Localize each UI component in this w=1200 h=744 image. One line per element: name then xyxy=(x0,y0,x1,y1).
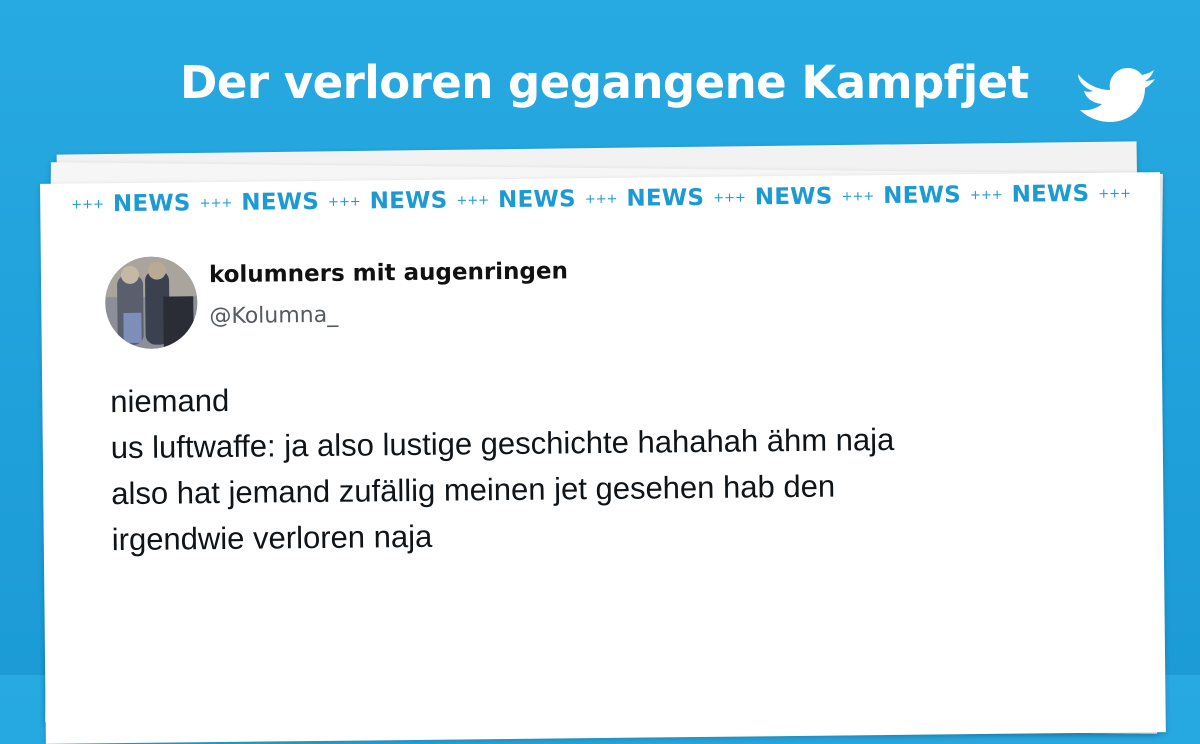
ticker-separator: +++ xyxy=(969,187,1003,204)
ticker-word: NEWS xyxy=(241,188,320,216)
headline: Der verloren gegangene Kampfjet xyxy=(180,56,1029,109)
ticker-word: NEWS xyxy=(497,186,576,214)
ticker-word: NEWS xyxy=(883,182,962,210)
tweet-text: niemand us luftwaffe: ja also lustige ge… xyxy=(110,369,1122,564)
ticker-word: NEWS xyxy=(369,187,448,215)
twitter-bird-icon xyxy=(1078,68,1155,122)
user-handle[interactable]: @Kolumna_ xyxy=(209,303,338,329)
display-name[interactable]: kolumners mit augenringen xyxy=(209,258,568,288)
ticker-word: NEWS xyxy=(626,184,705,212)
ticker-separator: +++ xyxy=(841,189,875,205)
ticker-separator: +++ xyxy=(1098,186,1132,202)
tweet-line: irgendwie verloren naja xyxy=(111,518,433,558)
ticker-separator: +++ xyxy=(71,197,105,213)
ticker-separator: +++ xyxy=(713,190,746,206)
ticker-word: NEWS xyxy=(1011,180,1090,208)
avatar[interactable] xyxy=(104,256,198,350)
ticker-separator: +++ xyxy=(584,191,618,208)
ticker-word: NEWS xyxy=(112,190,191,218)
ticker-separator: +++ xyxy=(199,195,233,212)
profile-photo-icon xyxy=(104,256,198,350)
ticker-separator: +++ xyxy=(327,194,361,210)
news-ticker: +++ NEWS +++ NEWS +++ NEWS +++ NEWS +++ NEWS +++ NE… xyxy=(62,180,1140,217)
ticker-word: NEWS xyxy=(754,183,833,211)
tweet-card: +++ NEWS +++ NEWS +++ NEWS +++ NEWS +++ NEWS +++ NE… xyxy=(40,172,1166,744)
ticker-separator: +++ xyxy=(456,193,490,209)
